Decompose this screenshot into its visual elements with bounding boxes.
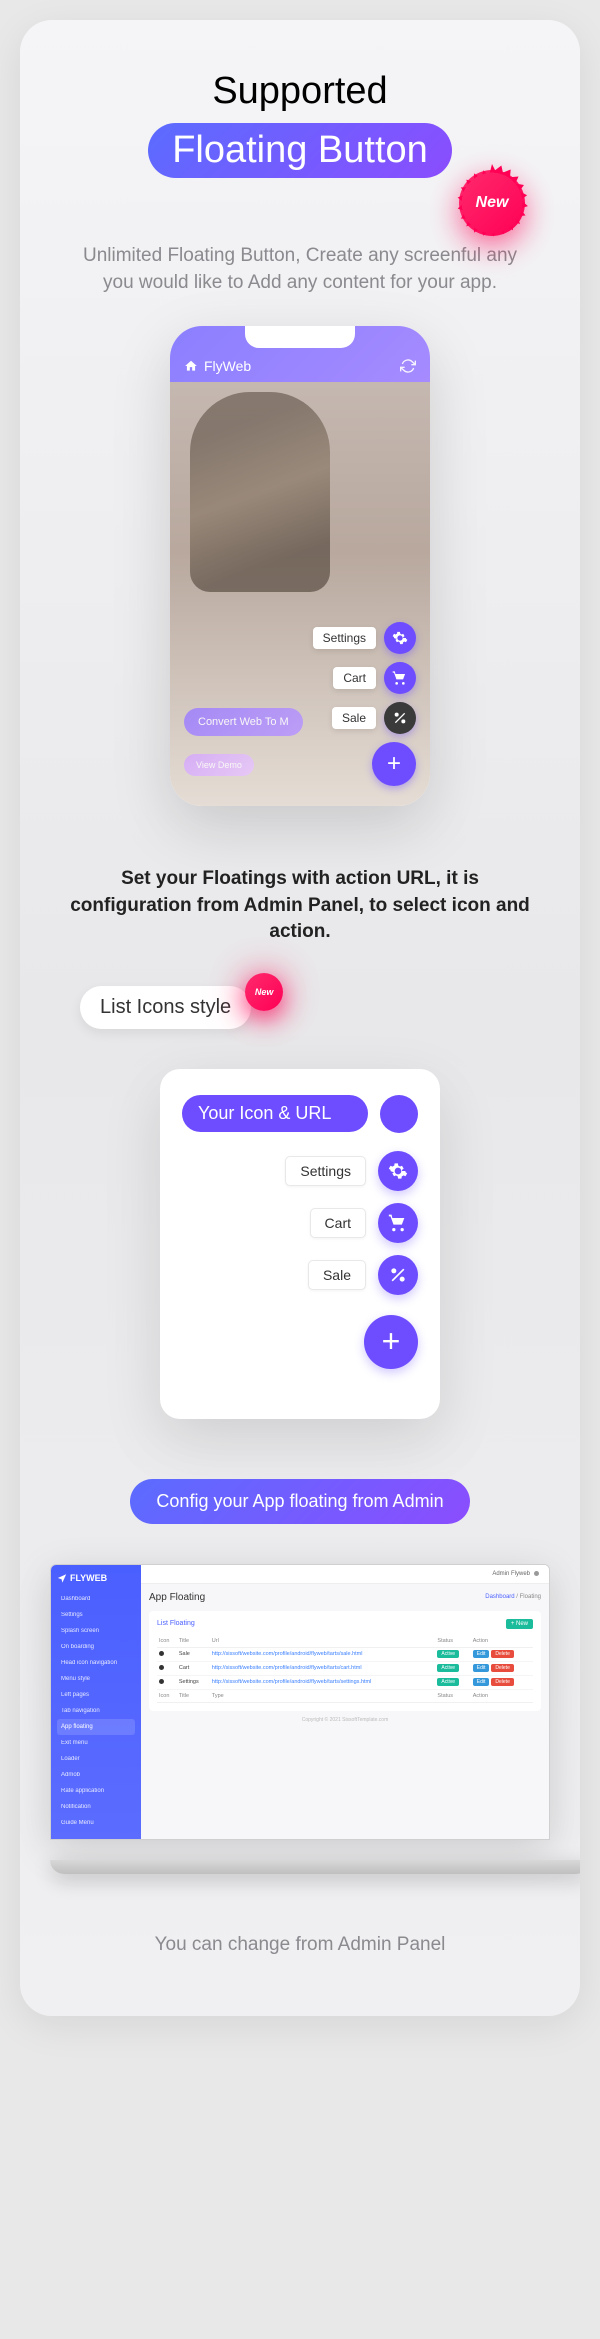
fab-item-settings[interactable]: Settings: [313, 622, 416, 654]
nav-notification[interactable]: Notification: [57, 1799, 135, 1815]
nav-exit-menu[interactable]: Exit menu: [57, 1735, 135, 1751]
icon-row-sale[interactable]: Sale: [308, 1255, 418, 1295]
nav-loader[interactable]: Loader: [57, 1751, 135, 1767]
admin-main: Admin Flyweb App Floating Dashboard / Fl…: [141, 1565, 549, 1839]
phone-notch: [245, 326, 355, 348]
plus-icon[interactable]: +: [364, 1315, 418, 1369]
home-icon: [184, 359, 198, 373]
panel-title: List Floating: [157, 1620, 195, 1627]
description-text: Unlimited Floating Button, Create any sc…: [70, 243, 530, 296]
nav-admob[interactable]: Admob: [57, 1767, 135, 1783]
new-badge-small: New: [245, 973, 283, 1011]
nav-dashboard[interactable]: Dashboard: [57, 1591, 135, 1607]
icon-url-card: Your Icon & URL Settings Cart Sale +: [160, 1069, 440, 1419]
icon-row-cart[interactable]: Cart: [310, 1203, 418, 1243]
delete-button[interactable]: Delete: [491, 1650, 513, 1658]
gear-icon: [384, 622, 416, 654]
nav-tab-nav[interactable]: Tab navigation: [57, 1703, 135, 1719]
table-row: Settings http://sissoft/website.com/prof…: [157, 1675, 533, 1689]
admin-sidebar: FLYWEB Dashboard Settings Splash screen …: [51, 1565, 141, 1839]
footer-text: You can change from Admin Panel: [50, 1934, 550, 1956]
status-badge: Active: [437, 1678, 459, 1686]
admin-brand: FLYWEB: [57, 1573, 135, 1583]
gear-icon: [378, 1151, 418, 1191]
list-icons-label: List Icons style: [80, 986, 251, 1029]
bell-icon: [159, 1665, 164, 1670]
icon-row-label: Cart: [310, 1208, 366, 1238]
percent-icon: [378, 1255, 418, 1295]
list-icons-row: List Icons style New: [80, 986, 550, 1029]
icon-row-settings[interactable]: Settings: [285, 1151, 418, 1191]
fab-item-sale[interactable]: Sale: [332, 702, 416, 734]
phone-mockup: FlyWeb Convert Web To M View Demo Settin…: [170, 326, 430, 806]
nav-rate[interactable]: Rate application: [57, 1783, 135, 1799]
phone-body: Convert Web To M View Demo Settings Cart…: [170, 382, 430, 806]
table-header-row: Icon Title Url Status Action: [157, 1635, 533, 1648]
fab-label: Sale: [332, 707, 376, 729]
phone-app-name: FlyWeb: [204, 358, 251, 374]
person-photo: [190, 392, 330, 592]
admin-page-header: App Floating Dashboard / Floating: [149, 1592, 541, 1603]
nav-guide[interactable]: Guide Menu: [57, 1815, 135, 1831]
view-demo-button[interactable]: View Demo: [184, 754, 254, 776]
title-supported: Supported: [50, 70, 550, 113]
admin-list-panel: List Floating + New Icon Title Url Statu…: [149, 1611, 541, 1711]
fab-item-cart[interactable]: Cart: [333, 662, 416, 694]
url-link[interactable]: http://sissoft/website.com/profile/andro…: [210, 1675, 436, 1689]
new-badge: New: [459, 170, 525, 236]
nav-onboarding[interactable]: On boarding: [57, 1639, 135, 1655]
admin-footer: Copyright © 2021 SissoftTemplate.com: [149, 1711, 541, 1729]
table-footer-row: Icon Title Type Status Action: [157, 1689, 533, 1702]
plane-icon: [57, 1573, 67, 1583]
admin-topbar: Admin Flyweb: [141, 1565, 549, 1584]
edit-button[interactable]: Edit: [473, 1664, 490, 1672]
config-pill: Config your App floating from Admin: [130, 1479, 469, 1524]
cart-icon: [378, 1203, 418, 1243]
fab-main-plus[interactable]: +: [372, 742, 416, 786]
nav-head-icon[interactable]: Head icon navigation: [57, 1655, 135, 1671]
table-row: Cart http://sissoft/website.com/profile/…: [157, 1661, 533, 1675]
delete-button[interactable]: Delete: [491, 1678, 513, 1686]
edit-button[interactable]: Edit: [473, 1678, 490, 1686]
url-link[interactable]: http://sissoft/website.com/profile/andro…: [210, 1661, 436, 1675]
new-button[interactable]: + New: [506, 1619, 533, 1629]
cart-icon: [384, 662, 416, 694]
admin-panel-mockup: FLYWEB Dashboard Settings Splash screen …: [50, 1564, 550, 1840]
icon-row-label: Settings: [285, 1156, 366, 1186]
status-badge: Active: [437, 1650, 459, 1658]
edit-button[interactable]: Edit: [473, 1650, 490, 1658]
url-link[interactable]: http://sissoft/website.com/profile/andro…: [210, 1647, 436, 1661]
status-badge: Active: [437, 1664, 459, 1672]
convert-button[interactable]: Convert Web To M: [184, 708, 303, 736]
fab-label: Cart: [333, 667, 376, 689]
delete-button[interactable]: Delete: [491, 1664, 513, 1672]
user-avatar-icon[interactable]: [534, 1571, 539, 1576]
icon-card-header-dot: [380, 1095, 418, 1133]
nav-app-floating[interactable]: App floating: [57, 1719, 135, 1735]
icon-row-label: Sale: [308, 1260, 366, 1290]
breadcrumb: Dashboard / Floating: [485, 1594, 541, 1600]
refresh-icon: [400, 358, 416, 374]
section2-text: Set your Floatings with action URL, it i…: [60, 866, 540, 946]
nav-splash[interactable]: Splash screen: [57, 1623, 135, 1639]
nav-left-pages[interactable]: Left pages: [57, 1687, 135, 1703]
gear-icon: [159, 1679, 164, 1684]
percent-icon: [384, 702, 416, 734]
percent-icon: [159, 1651, 164, 1656]
icon-card-header-label: Your Icon & URL: [182, 1095, 368, 1132]
title-floating-button: Floating Button: [148, 123, 452, 178]
laptop-base: [50, 1860, 580, 1874]
fab-stack: Settings Cart Sale +: [313, 622, 416, 786]
fab-label: Settings: [313, 627, 376, 649]
admin-table: Icon Title Url Status Action Sale http:/…: [157, 1635, 533, 1703]
table-row: Sale http://sissoft/website.com/profile/…: [157, 1647, 533, 1661]
admin-page-title: App Floating: [149, 1592, 205, 1603]
nav-menu-style[interactable]: Menu style: [57, 1671, 135, 1687]
nav-settings[interactable]: Settings: [57, 1607, 135, 1623]
